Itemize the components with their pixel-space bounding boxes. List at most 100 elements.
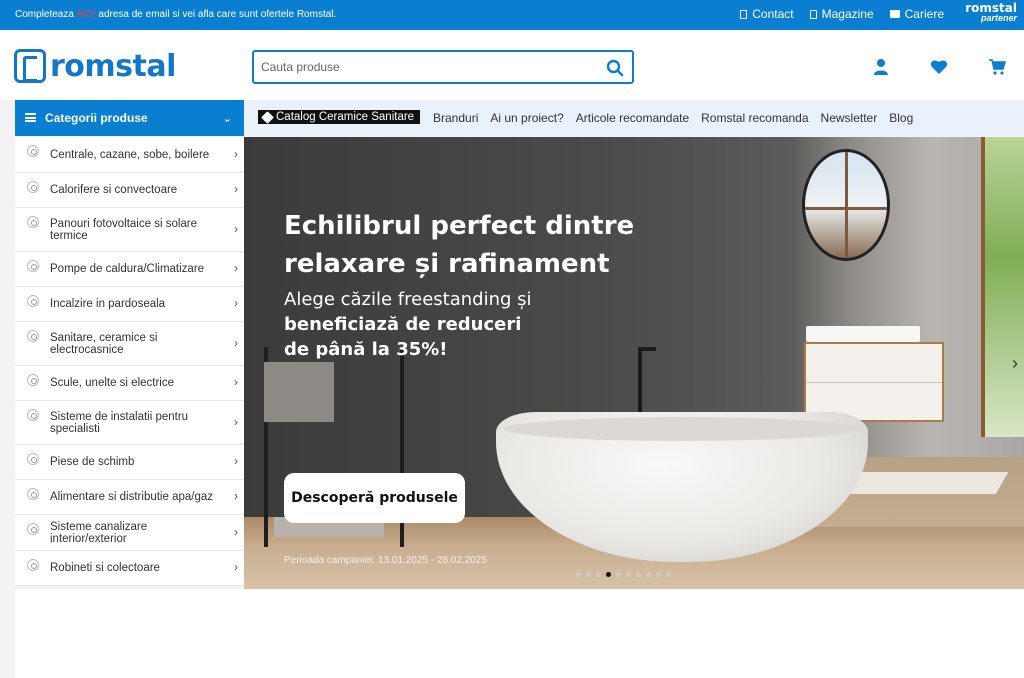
slider-dot[interactable] bbox=[616, 572, 621, 577]
category-item[interactable]: Sanitare, ceramice si electrocasnice › bbox=[15, 322, 244, 366]
category-icon bbox=[27, 181, 39, 193]
category-item[interactable]: Robineti si colectoare › bbox=[15, 551, 244, 586]
category-icon bbox=[27, 145, 39, 157]
stores-link[interactable]: Magazine bbox=[809, 7, 874, 21]
category-item[interactable]: Scule, unelte si electrice › bbox=[15, 366, 244, 401]
hero-mirror bbox=[802, 149, 890, 261]
promo-link[interactable]: AICI bbox=[76, 9, 95, 20]
category-item[interactable]: Piese de schimb › bbox=[15, 445, 244, 480]
chevron-right-icon: › bbox=[234, 375, 238, 389]
nav-link[interactable]: Articole recomandate bbox=[576, 111, 689, 125]
category-icon bbox=[27, 409, 39, 421]
contact-label: Contact bbox=[752, 7, 794, 21]
slider-dot[interactable] bbox=[596, 572, 601, 577]
chevron-right-icon: › bbox=[234, 182, 238, 196]
hero-title-line1: Echilibrul perfect dintre bbox=[284, 211, 635, 241]
hero-window bbox=[981, 137, 1024, 437]
slider-dot[interactable] bbox=[646, 572, 651, 577]
hero-subtitle-line3: de până la 35%! bbox=[284, 339, 448, 360]
hero-basin bbox=[806, 326, 920, 342]
category-label: Incalzire in pardoseala bbox=[50, 298, 166, 310]
chevron-right-icon: › bbox=[234, 489, 238, 503]
category-label: Scule, unelte si electrice bbox=[50, 377, 175, 389]
main-nav: Catalog Ceramice Sanitare Branduri Ai un … bbox=[244, 100, 1024, 136]
nav-link[interactable]: Blog bbox=[889, 111, 913, 125]
careers-link[interactable]: Cariere bbox=[889, 7, 944, 21]
category-icon bbox=[27, 216, 39, 228]
store-icon bbox=[809, 9, 817, 19]
briefcase-icon bbox=[889, 10, 900, 18]
category-item[interactable]: Sisteme de instalatii pentru specialisti… bbox=[15, 401, 244, 445]
category-item[interactable]: Centrale, cazane, sobe, boilere › bbox=[15, 137, 244, 173]
content-below-hero bbox=[244, 589, 1024, 678]
category-item[interactable]: Pompe de caldura/Climatizare › bbox=[15, 252, 244, 287]
slider-dot[interactable] bbox=[576, 572, 581, 577]
category-label: Centrale, cazane, sobe, boilere bbox=[50, 148, 210, 161]
top-promo-bar: Completeaza AICI adresa de email si vei … bbox=[0, 0, 1024, 30]
category-item[interactable]: Incalzire in pardoseala › bbox=[15, 287, 244, 322]
nav-link[interactable]: Branduri bbox=[433, 111, 478, 125]
partner-logo[interactable]: romstal partener bbox=[965, 1, 1017, 23]
slider-dot[interactable] bbox=[666, 572, 671, 577]
search-box bbox=[252, 50, 634, 84]
campaign-period: Perioada campaniei: 13.01.2025 - 28.02.2… bbox=[284, 555, 487, 566]
contact-link[interactable]: Contact bbox=[740, 7, 794, 21]
romstal-logo[interactable]: romstal bbox=[14, 48, 176, 84]
chevron-right-icon[interactable]: › bbox=[1012, 353, 1018, 374]
hero-subtitle-line2: beneficiază de reduceri bbox=[284, 314, 522, 335]
user-icon[interactable] bbox=[872, 58, 890, 76]
promo-text-end: adresa de email si vei afla care sunt of… bbox=[95, 9, 337, 20]
category-label: Calorifere si convectoare bbox=[50, 184, 178, 196]
category-icon bbox=[27, 295, 39, 307]
careers-label: Cariere bbox=[904, 7, 944, 21]
slider-dots bbox=[576, 572, 671, 577]
catalog-link[interactable]: Catalog Ceramice Sanitare bbox=[258, 110, 421, 124]
sidebar-bottom-panel bbox=[15, 589, 244, 678]
categories-toggle[interactable]: Categorii produse ⌄ bbox=[15, 100, 244, 136]
category-item[interactable]: Sisteme canalizare interior/exterior › bbox=[15, 515, 244, 551]
slider-dot[interactable] bbox=[636, 572, 641, 577]
chevron-right-icon: › bbox=[234, 221, 238, 236]
category-label: Sanitare, ceramice si electrocasnice bbox=[50, 331, 158, 356]
category-label: Panouri fotovoltaice si solare termice bbox=[50, 217, 198, 242]
chevron-right-icon: › bbox=[234, 524, 238, 539]
slider-dot[interactable] bbox=[586, 572, 591, 577]
logo-mark-icon bbox=[14, 49, 46, 83]
slider-dot[interactable] bbox=[626, 572, 631, 577]
slider-dot[interactable] bbox=[606, 572, 611, 577]
slider-dot[interactable] bbox=[656, 572, 661, 577]
chevron-right-icon: › bbox=[234, 335, 238, 350]
search-icon[interactable] bbox=[606, 59, 624, 77]
category-label: Sisteme canalizare interior/exterior bbox=[50, 520, 148, 545]
hero-subtitle: Alege căzile freestanding și beneficiază… bbox=[284, 287, 532, 362]
hero-vanity bbox=[804, 342, 944, 422]
site-header: romstal bbox=[0, 30, 1024, 100]
nav-link[interactable]: Newsletter bbox=[821, 111, 878, 125]
category-icon bbox=[27, 330, 39, 342]
category-label: Alimentare si distributie apa/gaz bbox=[50, 491, 213, 503]
promo-text: Completeaza AICI adresa de email si vei … bbox=[15, 9, 336, 20]
category-item[interactable]: Calorifere si convectoare › bbox=[15, 173, 244, 208]
heart-icon[interactable] bbox=[930, 58, 948, 76]
category-icon bbox=[27, 453, 39, 465]
category-item[interactable]: Panouri fotovoltaice si solare termice › bbox=[15, 208, 244, 252]
nav-link[interactable]: Ai un proiect? bbox=[490, 111, 563, 125]
logo-text: romstal bbox=[50, 48, 176, 84]
partner-logo-brand: romstal bbox=[965, 1, 1017, 15]
search-input[interactable] bbox=[261, 52, 591, 82]
chevron-right-icon: › bbox=[234, 454, 238, 468]
chevron-down-icon: ⌄ bbox=[222, 113, 232, 125]
promo-text-start: Completeaza bbox=[15, 9, 77, 20]
category-label: Pompe de caldura/Climatizare bbox=[50, 263, 205, 275]
hero-banner[interactable]: Echilibrul perfect dintre relaxare și ra… bbox=[244, 137, 1024, 589]
cart-icon[interactable] bbox=[988, 58, 1006, 76]
discover-products-button[interactable]: Descoperă produsele bbox=[284, 473, 465, 523]
hero-towel bbox=[264, 362, 334, 422]
category-label: Robineti si colectoare bbox=[50, 562, 160, 574]
category-icon bbox=[27, 374, 39, 386]
categories-title: Categorii produse bbox=[45, 111, 148, 125]
nav-link[interactable]: Romstal recomanda bbox=[701, 111, 808, 125]
category-item[interactable]: Alimentare si distributie apa/gaz › bbox=[15, 480, 244, 515]
category-icon bbox=[27, 523, 39, 535]
hero-title-line2: relaxare și rafinament bbox=[284, 249, 610, 279]
